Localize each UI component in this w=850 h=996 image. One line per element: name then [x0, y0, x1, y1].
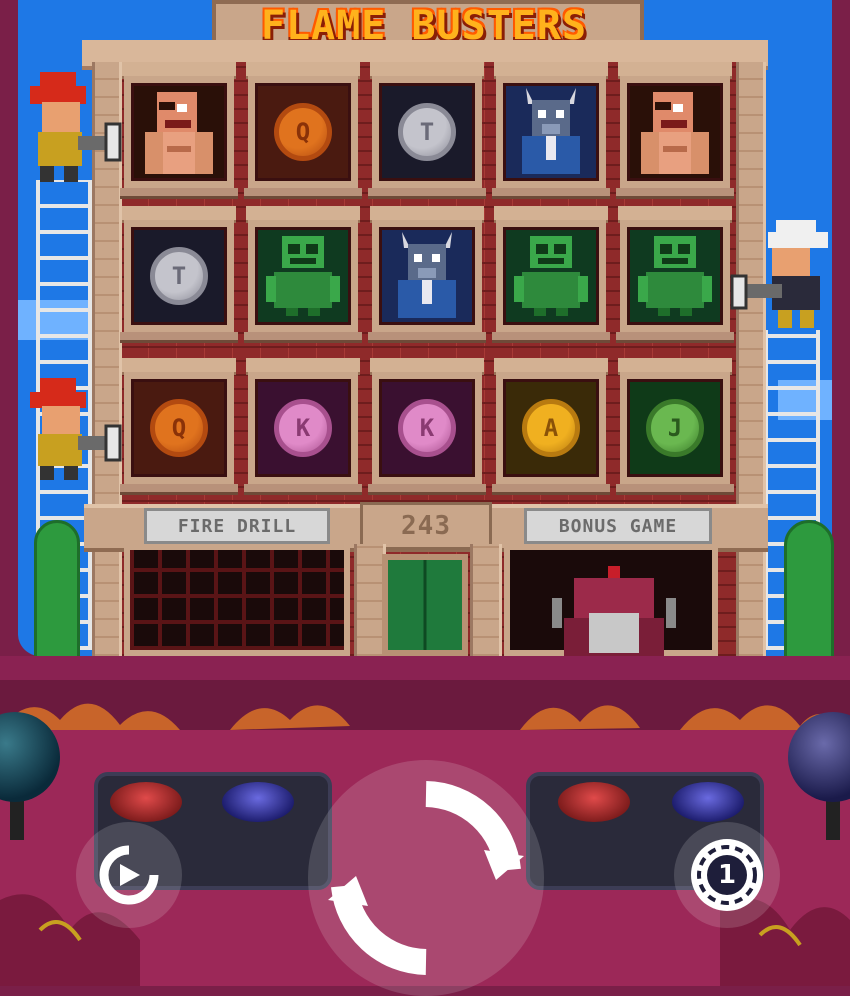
reel-cell: Q [248, 76, 358, 188]
fireman-mid-left [22, 376, 122, 482]
goat-icon [388, 230, 466, 322]
window-sill [120, 188, 238, 199]
window-sill [492, 188, 610, 199]
right-bush [784, 520, 834, 662]
window-sill [616, 332, 734, 343]
coin-a-icon: A [522, 399, 580, 457]
window-sill [244, 188, 362, 199]
spin-button[interactable] [308, 760, 544, 996]
coin-k-icon: K [274, 399, 332, 457]
coin-t-icon: T [150, 247, 208, 305]
window-sill [244, 332, 362, 343]
left-bush [34, 520, 80, 662]
reel-cell: J [620, 372, 730, 484]
window-sill [368, 188, 486, 199]
arcade-button-blue-left[interactable] [222, 782, 294, 822]
robot-icon [264, 232, 342, 320]
window-sill [616, 484, 734, 495]
coin-j-icon: J [646, 399, 704, 457]
window-sill [244, 484, 362, 495]
window-sill [368, 484, 486, 495]
reel-cell [620, 76, 730, 188]
reel-cell: T [124, 220, 234, 332]
reel-cell: K [248, 372, 358, 484]
reel-cell: K [372, 372, 482, 484]
fire-truck-icon [552, 566, 676, 658]
coin-k-icon: K [398, 399, 456, 457]
arcade-button-blue-right[interactable] [672, 782, 744, 822]
bet-button[interactable]: 1 [674, 822, 780, 928]
reel-cell [124, 76, 234, 188]
robot-icon [512, 232, 590, 320]
reel-cell [248, 220, 358, 332]
firefighter-icon [30, 72, 122, 182]
arcade-button-red-left[interactable] [110, 782, 182, 822]
reel-cell: T [372, 76, 482, 188]
ways-counter: 243 [360, 502, 492, 550]
bet-value: 1 [717, 860, 737, 890]
window-sill [492, 332, 610, 343]
reel-cell [496, 76, 606, 188]
cabinet-flame-band [0, 680, 850, 730]
bonus-garage [504, 544, 718, 658]
firefighter-icon [730, 220, 828, 328]
robot-icon [636, 232, 714, 320]
spin-icon [328, 781, 524, 975]
goat-icon [512, 86, 590, 178]
window-sill [120, 484, 238, 495]
autoplay-icon [99, 845, 159, 905]
pirate-brute-icon [633, 86, 717, 178]
fireman-right [728, 218, 832, 330]
fire-drill-garage [124, 544, 350, 656]
front-door [382, 554, 468, 656]
flame-decoration-icon [0, 703, 850, 730]
fireman-top-left [22, 68, 122, 184]
firefighter-icon [30, 378, 122, 480]
reel-cell [620, 220, 730, 332]
window-sill [492, 484, 610, 495]
window-sill [616, 188, 734, 199]
fire-drill-label[interactable]: FIRE DRILL [144, 508, 330, 544]
reel-cell [496, 220, 606, 332]
coin-t-icon: T [398, 103, 456, 161]
coin-q-icon: Q [150, 399, 208, 457]
reel-cell [372, 220, 482, 332]
window-sill [368, 332, 486, 343]
center-right-pillar [470, 544, 502, 656]
window-sill [120, 332, 238, 343]
reel-cell: Q [124, 372, 234, 484]
bonus-game-label[interactable]: BONUS GAME [524, 508, 712, 544]
right-pillar [736, 62, 766, 656]
autoplay-button[interactable] [76, 822, 182, 928]
coin-q-icon: Q [274, 103, 332, 161]
reel-cell: A [496, 372, 606, 484]
arcade-button-red-right[interactable] [558, 782, 630, 822]
pirate-brute-icon [137, 86, 221, 178]
